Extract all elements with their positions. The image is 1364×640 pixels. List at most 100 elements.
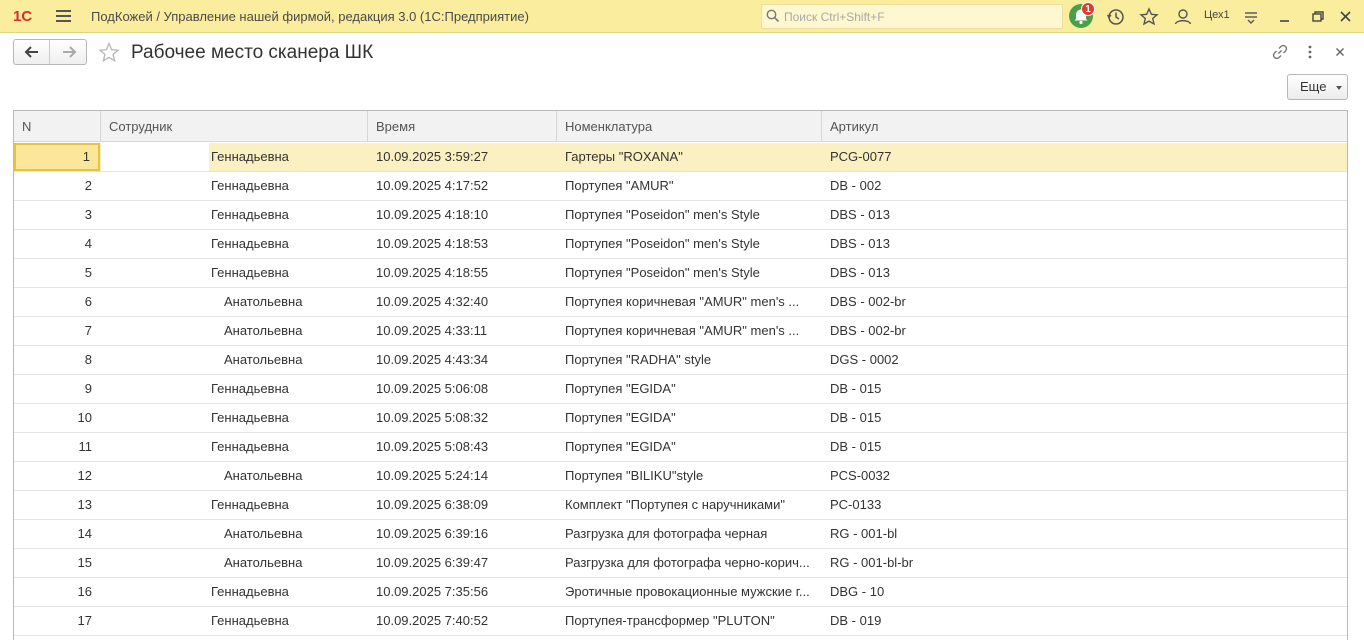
nomenclature-cell: Портупея "Poseidon" men's Style (565, 207, 760, 222)
time-cell: 10.09.2025 6:39:16 (376, 526, 489, 541)
row-number-cell: 4 (84, 236, 92, 251)
employee-cell: Анатольевна (101, 317, 367, 345)
employee-name: Геннадьевна (211, 439, 289, 454)
more-button[interactable]: Еще (1287, 74, 1348, 100)
employee-surname-redacted (101, 491, 209, 519)
employee-surname-redacted (101, 346, 221, 374)
table-row[interactable]: 1 Геннадьевна 10.09.2025 3:59:27 Гартеры "R… (14, 143, 1347, 172)
add-to-favorites-star-icon[interactable] (97, 41, 121, 65)
employee-name: Анатольевна (224, 555, 303, 570)
row-number-cell: 5 (84, 265, 92, 280)
row-number-cell: 11 (78, 439, 93, 454)
table-row[interactable]: 16 Геннадьевна 10.09.2025 7:35:56 Эротичные… (14, 578, 1347, 607)
table-row[interactable]: 14 Анатольевна 10.09.2025 6:39:16 Разгрузка… (14, 520, 1347, 549)
article-cell: DB - 015 (830, 381, 882, 396)
table-row[interactable]: 4 Геннадьевна 10.09.2025 4:18:53 Портупея "… (14, 230, 1347, 259)
table-header: N Сотрудник Время Номенклатура Артикул (14, 111, 1347, 142)
more-actions-icon[interactable] (1301, 43, 1319, 61)
column-header-time[interactable]: Время (368, 111, 557, 142)
favorites-icon[interactable] (1138, 6, 1160, 28)
employee-surname-redacted (101, 404, 209, 432)
employee-surname-redacted (101, 578, 209, 606)
settings-menu-icon[interactable] (1240, 6, 1262, 28)
table-row[interactable]: 13 Геннадьевна 10.09.2025 6:38:09 Комплект … (14, 491, 1347, 520)
employee-cell: Анатольевна (101, 288, 367, 316)
column-header-n[interactable]: N (14, 111, 101, 142)
time-cell: 10.09.2025 5:08:32 (376, 410, 489, 425)
navigation-buttons (13, 39, 87, 65)
time-cell: 10.09.2025 6:39:47 (376, 555, 489, 570)
table-row[interactable]: 15 Анатольевна 10.09.2025 6:39:47 Разгрузка… (14, 549, 1347, 578)
svg-text:1С: 1С (13, 8, 32, 25)
arrow-right-icon (63, 46, 77, 58)
form-title: Рабочее место сканера ШК (131, 42, 374, 63)
app-bar: 1С ПодКожей / Управление нашей фирмой, р… (0, 0, 1364, 33)
nomenclature-cell: Разгрузка для фотографа черная (565, 526, 768, 541)
column-header-article[interactable]: Артикул (822, 111, 1347, 142)
employee-surname-redacted (101, 317, 221, 345)
search-input[interactable] (784, 8, 1054, 26)
row-number-cell: 16 (77, 584, 92, 599)
nomenclature-cell: Портупея "EGIDA" (565, 381, 676, 396)
employee-surname-redacted (101, 607, 209, 635)
employee-cell: Анатольевна (101, 520, 367, 548)
row-number-cell: 6 (84, 294, 92, 309)
table-row[interactable]: 7 Анатольевна 10.09.2025 4:33:11 Портупея к… (14, 317, 1347, 346)
table-row[interactable]: 10 Геннадьевна 10.09.2025 5:08:32 Портупея … (14, 404, 1347, 433)
employee-name: Геннадьевна (211, 584, 289, 599)
row-number-cell: 1 (14, 143, 100, 171)
row-number-cell: 13 (77, 497, 92, 512)
employee-cell: Анатольевна (101, 462, 367, 490)
close-form-icon[interactable] (1331, 43, 1349, 61)
time-cell: 10.09.2025 5:06:08 (376, 381, 489, 396)
employee-name: Анатольевна (224, 294, 303, 309)
close-app-icon[interactable] (1335, 6, 1357, 28)
table-row[interactable]: 17 Геннадьевна 10.09.2025 7:40:52 Портупея-… (14, 607, 1347, 636)
minimize-icon[interactable] (1274, 6, 1296, 28)
employee-surname-redacted (101, 288, 221, 316)
back-button[interactable] (14, 40, 50, 64)
time-cell: 10.09.2025 6:38:09 (376, 497, 489, 512)
nomenclature-cell: Портупея коричневая "AMUR" men's ... (565, 294, 800, 309)
article-cell: DBS - 002-br (830, 294, 906, 309)
table-row[interactable]: 6 Анатольевна 10.09.2025 4:32:40 Портупея к… (14, 288, 1347, 317)
employee-cell: Геннадьевна (101, 404, 367, 432)
row-number-cell: 14 (77, 526, 92, 541)
table-row[interactable]: 5 Геннадьевна 10.09.2025 4:18:55 Портупея "… (14, 259, 1347, 288)
article-cell: DB - 015 (830, 410, 882, 425)
user-icon[interactable] (1172, 6, 1194, 28)
article-cell: DB - 002 (830, 178, 882, 193)
employee-name: Геннадьевна (211, 236, 289, 251)
employee-cell: Анатольевна (101, 549, 367, 577)
nomenclature-cell: Портупея "EGIDA" (565, 439, 676, 454)
row-number-cell: 10 (77, 410, 92, 425)
table-row[interactable]: 9 Геннадьевна 10.09.2025 5:06:08 Портупея "… (14, 375, 1347, 404)
table-row[interactable]: 3 Геннадьевна 10.09.2025 4:18:10 Портупея "… (14, 201, 1347, 230)
nomenclature-cell: Гартеры "ROXANA" (565, 149, 683, 164)
restore-icon[interactable] (1307, 6, 1329, 28)
column-header-nomenclature[interactable]: Номенклатура (557, 111, 822, 142)
table-row[interactable]: 12 Анатольевна 10.09.2025 5:24:14 Портупея … (14, 462, 1347, 491)
employee-cell: Геннадьевна (101, 259, 367, 287)
forward-button[interactable] (51, 40, 87, 64)
employee-name: Геннадьевна (211, 149, 289, 164)
1c-logo[interactable]: 1С (12, 6, 42, 26)
employee-surname-redacted (101, 549, 221, 577)
chevron-down-icon (1336, 86, 1342, 90)
article-cell: RG - 001-bl-br (830, 555, 914, 570)
table-row[interactable]: 8 Анатольевна 10.09.2025 4:43:34 Портупея "… (14, 346, 1347, 375)
employee-name: Анатольевна (224, 468, 303, 483)
user-name[interactable]: Цех1 (1204, 9, 1230, 21)
history-icon[interactable] (1105, 6, 1127, 28)
table-row[interactable]: 11 Геннадьевна 10.09.2025 5:08:43 Портупея … (14, 433, 1347, 462)
link-icon[interactable] (1271, 43, 1289, 61)
nomenclature-cell: Портупея коричневая "AMUR" men's ... (565, 323, 800, 338)
search-box[interactable] (761, 4, 1063, 29)
main-menu-icon[interactable] (56, 10, 71, 22)
nomenclature-cell: Портупея "Poseidon" men's Style (565, 265, 760, 280)
column-header-employee[interactable]: Сотрудник (101, 111, 368, 142)
employee-name: Анатольевна (224, 526, 303, 541)
nomenclature-cell: Портупея "RADHA" style (565, 352, 712, 367)
table-row[interactable]: 2 Геннадьевна 10.09.2025 4:17:52 Портупея "… (14, 172, 1347, 201)
row-number-cell: 3 (84, 207, 92, 222)
